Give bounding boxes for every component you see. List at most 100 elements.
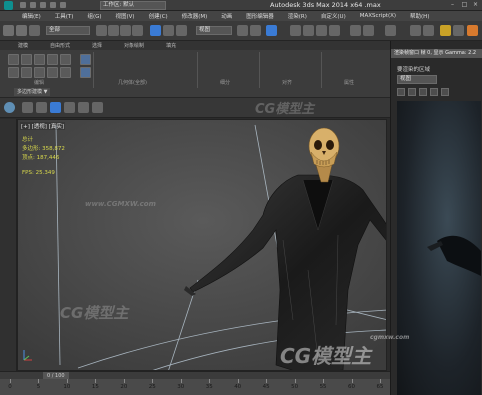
- stat-fps: FPS: 25.349: [22, 170, 55, 176]
- menu-item[interactable]: 帮助(H): [410, 12, 429, 20]
- ribbon-tab[interactable]: 建模: [18, 42, 28, 49]
- render-setup-icon[interactable]: [453, 25, 464, 36]
- poly-modeling-dropdown[interactable]: 多边形建模 ▼: [14, 88, 51, 96]
- menu-item[interactable]: 组(G): [87, 12, 101, 20]
- workspace-dropdown[interactable]: 工作区: 默认: [100, 1, 166, 10]
- camera-filter-icon[interactable]: [64, 102, 75, 113]
- schematic-view-icon[interactable]: [423, 25, 434, 36]
- pivot-icon[interactable]: [237, 25, 248, 36]
- minimize-icon[interactable]: –: [448, 1, 457, 9]
- track-tick: [95, 379, 97, 383]
- scale-icon[interactable]: [176, 25, 187, 36]
- ribbon-group-subdivision: 细分: [200, 52, 260, 88]
- track-tick: [66, 379, 68, 383]
- time-slider[interactable]: 0 / 100: [0, 371, 390, 380]
- edit-button[interactable]: [60, 54, 71, 65]
- undo-icon[interactable]: [50, 2, 56, 8]
- stack-button[interactable]: [80, 54, 91, 65]
- light-icon[interactable]: [36, 102, 47, 113]
- menu-item[interactable]: 修改器(M): [182, 12, 208, 20]
- ribbon-tabs: 建模 自由形式 选择 对象绘制 填充: [0, 41, 390, 50]
- perspective-viewport[interactable]: [+] [透视] [真实] 总计 多边形: 358,872 顶点: 187,44…: [17, 119, 387, 371]
- ribbon-group-align: 对齐: [262, 52, 322, 88]
- edit-button[interactable]: [8, 54, 19, 65]
- watermark: CG模型主: [255, 102, 315, 117]
- clone-window-icon[interactable]: [419, 88, 427, 96]
- mirror-icon[interactable]: [350, 25, 361, 36]
- ribbon-tab[interactable]: 填充: [166, 42, 176, 49]
- maximize-icon[interactable]: □: [460, 1, 469, 9]
- clear-icon[interactable]: [441, 88, 449, 96]
- new-file-icon[interactable]: [20, 2, 26, 8]
- menu-item[interactable]: 创建(C): [149, 12, 168, 20]
- bone-filter-icon[interactable]: [92, 102, 103, 113]
- display-icon[interactable]: [4, 102, 15, 113]
- viewport-label[interactable]: [+] [透视] [真实]: [20, 122, 65, 130]
- ribbon-tab[interactable]: 对象绘制: [124, 42, 144, 49]
- print-icon[interactable]: [430, 88, 438, 96]
- edit-button[interactable]: [60, 67, 71, 78]
- selection-region-icon[interactable]: [120, 25, 131, 36]
- geometry-filter-icon[interactable]: [50, 102, 61, 113]
- ribbon-group-label: 属性: [344, 80, 355, 86]
- selection-filter-dropdown[interactable]: 全部: [46, 26, 90, 35]
- menu-item[interactable]: 编辑(E): [22, 12, 41, 20]
- curve-editor-icon[interactable]: [410, 25, 421, 36]
- ribbon-tab[interactable]: 自由形式: [50, 42, 70, 49]
- menu-item[interactable]: 工具(T): [55, 12, 74, 20]
- menu-item[interactable]: 渲染(R): [288, 12, 307, 20]
- menu-item[interactable]: 图形编辑器: [246, 12, 274, 20]
- area-to-render-dropdown[interactable]: 视图: [397, 75, 437, 84]
- select-manipulate-icon[interactable]: [250, 25, 261, 36]
- menu-item[interactable]: 动画: [221, 12, 232, 20]
- save-image-icon[interactable]: [397, 88, 405, 96]
- track-tick-label: 30: [177, 384, 185, 390]
- material-editor-icon[interactable]: [440, 25, 451, 36]
- menu-item[interactable]: 视图(V): [116, 12, 135, 20]
- window-crossing-icon[interactable]: [132, 25, 143, 36]
- track-tick: [152, 379, 154, 383]
- copy-image-icon[interactable]: [408, 88, 416, 96]
- unlink-icon[interactable]: [16, 25, 27, 36]
- render-window-icons: [397, 88, 449, 96]
- ribbon-group-properties: 属性: [324, 52, 384, 88]
- reference-coordinate-dropdown[interactable]: 视图: [196, 26, 232, 35]
- keyboard-shortcut-icon[interactable]: [266, 25, 277, 36]
- helper-filter-icon[interactable]: [78, 102, 89, 113]
- edit-button[interactable]: [34, 54, 45, 65]
- bind-icon[interactable]: [29, 25, 40, 36]
- edit-button[interactable]: [21, 67, 32, 78]
- close-icon[interactable]: ×: [471, 1, 480, 9]
- render-icon[interactable]: [467, 25, 478, 36]
- align-icon[interactable]: [363, 25, 374, 36]
- save-file-icon[interactable]: [40, 2, 46, 8]
- select-object-icon[interactable]: [96, 25, 107, 36]
- rotate-icon[interactable]: [163, 25, 174, 36]
- menu-item[interactable]: MAXScript(X): [360, 13, 396, 19]
- ribbon-panel: 编辑 几何体(全部) 细分 对齐 属性 多边形建模 ▼: [0, 50, 390, 98]
- layer-manager-icon[interactable]: [385, 25, 396, 36]
- track-tick: [380, 379, 381, 383]
- ribbon-tab[interactable]: 选择: [92, 42, 102, 49]
- redo-icon[interactable]: [60, 2, 66, 8]
- app-logo-icon[interactable]: [4, 1, 13, 10]
- edit-button[interactable]: [47, 54, 58, 65]
- edit-button[interactable]: [34, 67, 45, 78]
- select-by-name-icon[interactable]: [108, 25, 119, 36]
- edit-button[interactable]: [47, 67, 58, 78]
- angle-snap-icon[interactable]: [303, 25, 314, 36]
- track-tick-label: 25: [148, 384, 156, 390]
- snap-toggle-icon[interactable]: [290, 25, 301, 36]
- open-file-icon[interactable]: [30, 2, 36, 8]
- stack-button[interactable]: [80, 67, 91, 78]
- track-bar[interactable]: 0 5 10 15 20 25 30 35 40 45 50 55 60 65: [0, 379, 390, 395]
- percent-snap-icon[interactable]: [316, 25, 327, 36]
- edit-button[interactable]: [21, 54, 32, 65]
- menu-item[interactable]: 自定义(U): [321, 12, 346, 20]
- move-icon[interactable]: [150, 25, 161, 36]
- filter-icon[interactable]: [22, 102, 33, 113]
- edit-button[interactable]: [8, 67, 19, 78]
- link-icon[interactable]: [3, 25, 14, 36]
- spinner-snap-icon[interactable]: [329, 25, 340, 36]
- track-tick-label: 65: [376, 384, 384, 390]
